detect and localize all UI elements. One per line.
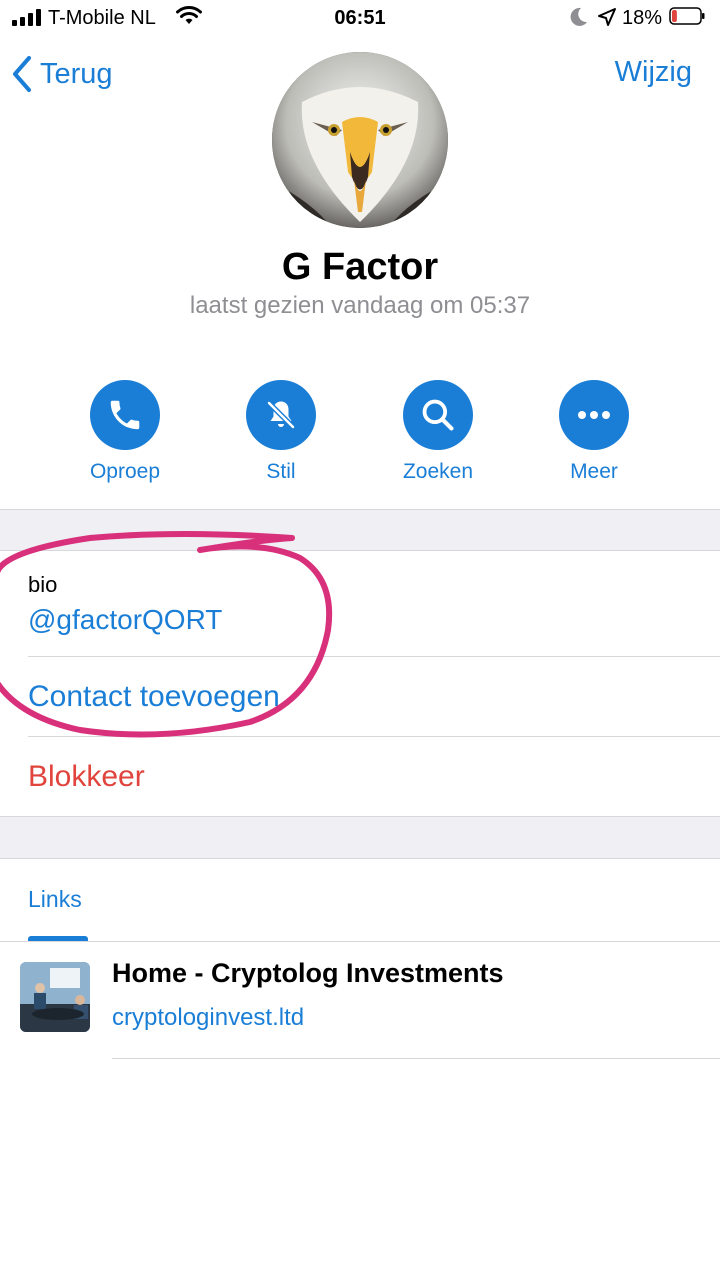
divider — [28, 736, 720, 737]
profile-name: G Factor — [281, 246, 439, 288]
link-url[interactable]: cryptologinvest.ltd — [112, 1004, 304, 1032]
edit-button[interactable]: Wijzig — [615, 56, 692, 89]
moon-icon — [570, 7, 587, 26]
search-label: Zoeken — [402, 460, 474, 483]
more-label: Meer — [570, 460, 618, 483]
divider — [0, 941, 720, 942]
search-icon — [403, 380, 473, 450]
eagle-avatar-image — [272, 52, 448, 228]
block-button[interactable]: Blokkeer — [28, 760, 145, 794]
divider — [28, 656, 720, 657]
back-label: Terug — [40, 57, 113, 90]
divider — [112, 1058, 720, 1059]
bio-username-link[interactable]: @gfactorQORT — [28, 604, 222, 636]
link-title[interactable]: Home - Cryptolog Investments — [112, 958, 504, 989]
more-button[interactable]: Meer — [524, 380, 664, 484]
chevron-left-icon — [13, 56, 31, 92]
bio-label: bio — [28, 572, 58, 597]
avatar[interactable] — [272, 52, 448, 228]
search-button[interactable]: Zoeken — [368, 380, 508, 484]
battery-icon — [669, 7, 705, 25]
bell-slash-icon — [246, 380, 316, 450]
link-thumbnail[interactable] — [20, 962, 90, 1032]
mute-button[interactable]: Stil — [211, 380, 351, 484]
battery-percent: 18% — [622, 7, 663, 29]
phone-icon — [90, 380, 160, 450]
back-button[interactable]: Terug — [10, 52, 113, 96]
section-gap — [0, 510, 720, 550]
divider — [0, 858, 720, 859]
last-seen-status: laatst gezien vandaag om 05:37 — [189, 292, 531, 319]
call-label: Oproep — [89, 460, 161, 483]
more-icon — [559, 380, 629, 450]
divider — [0, 550, 720, 551]
location-icon — [598, 8, 616, 26]
tab-links[interactable]: Links — [28, 886, 82, 913]
mute-label: Stil — [266, 460, 296, 483]
add-contact-button[interactable]: Contact toevoegen — [28, 680, 280, 714]
status-bar: T-Mobile NL 06:51 18% — [0, 0, 720, 36]
section-gap — [0, 817, 720, 858]
call-button[interactable]: Oproep — [55, 380, 195, 484]
